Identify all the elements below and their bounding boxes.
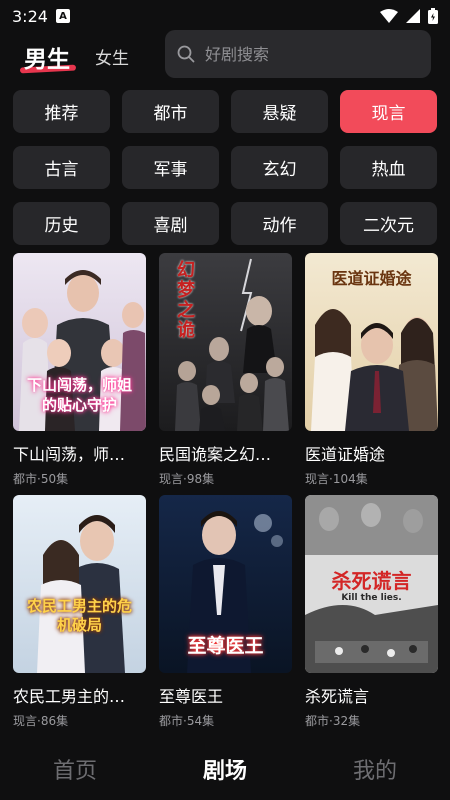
bottom-nav: 首页 剧场 我的 [0, 738, 450, 800]
drama-meta: 都市·50集 [13, 472, 69, 486]
category-grid: 推荐 都市 悬疑 现言 古言 军事 玄幻 热血 历史 喜剧 动作 二次元 [13, 90, 437, 245]
tab-male[interactable]: 男生 [24, 40, 70, 74]
status-time: 3:24 [12, 6, 48, 26]
drama-meta: 都市·54集 [159, 714, 215, 728]
drama-poster[interactable]: 农民工男主的危机破局 [13, 495, 146, 673]
nav-mine[interactable]: 我的 [330, 753, 420, 785]
drama-card[interactable]: 下山闯荡，师姐的贴心守护 下山闯荡，师… 都市·50集 [13, 253, 146, 493]
category-chip[interactable]: 热血 [340, 146, 437, 189]
drama-title: 医道证婚途 [305, 445, 386, 464]
poster-image [13, 495, 146, 673]
search-bar[interactable] [165, 30, 431, 78]
a-badge-icon: A [55, 9, 70, 23]
nav-theater[interactable]: 剧场 [180, 753, 270, 785]
nav-home[interactable]: 首页 [30, 753, 120, 785]
poster-title-text: 农民工男主的危机破局 [26, 597, 132, 634]
category-chip[interactable]: 历史 [13, 202, 110, 245]
category-chip[interactable]: 二次元 [340, 202, 437, 245]
header: 男生 女生 [0, 30, 450, 80]
drama-card[interactable]: 农民工男主的危机破局 农民工男主的… 现言·86集 [13, 495, 146, 735]
drama-card[interactable]: 杀死谎言 Kill the lies. 杀死谎言 都市·32集 [305, 495, 438, 735]
drama-poster[interactable]: 下山闯荡，师姐的贴心守护 [13, 253, 146, 431]
tab-female[interactable]: 女生 [95, 44, 129, 69]
category-chip[interactable]: 玄幻 [231, 146, 328, 189]
category-chip[interactable]: 悬疑 [231, 90, 328, 133]
drama-meta: 现言·104集 [305, 472, 368, 486]
poster-title-text: 至尊医王 [187, 635, 264, 657]
search-icon [177, 45, 195, 63]
drama-meta: 现言·98集 [159, 472, 215, 486]
poster-title-text: 下山闯荡，师姐的贴心守护 [26, 376, 132, 414]
drama-card[interactable]: 幻梦之诡 民国诡案之幻… 现言·98集 [159, 253, 292, 493]
poster-title-text: 幻梦之诡 [177, 260, 195, 341]
drama-title: 下山闯荡，师… [13, 445, 126, 464]
drama-poster[interactable]: 医道证婚途 [305, 253, 438, 431]
poster-subtitle-text: Kill the lies. [341, 593, 402, 603]
category-chip[interactable]: 军事 [122, 146, 219, 189]
category-chip[interactable]: 喜剧 [122, 202, 219, 245]
poster-title-text: 杀死谎言 [331, 569, 412, 593]
category-chip[interactable]: 古言 [13, 146, 110, 189]
poster-title-text: 医道证婚途 [331, 269, 412, 288]
category-chip[interactable]: 推荐 [13, 90, 110, 133]
drama-meta: 现言·86集 [13, 714, 69, 728]
drama-title: 民国诡案之幻… [159, 445, 272, 464]
drama-title: 至尊医王 [159, 687, 224, 706]
drama-card[interactable]: 至尊医王 至尊医王 都市·54集 [159, 495, 292, 735]
drama-title: 农民工男主的… [13, 687, 126, 706]
wifi-icon [380, 9, 398, 23]
drama-poster[interactable]: 杀死谎言 Kill the lies. [305, 495, 438, 673]
drama-grid: 下山闯荡，师姐的贴心守护 下山闯荡，师… 都市·50集 幻梦之诡 民国诡案之幻…… [13, 253, 438, 493]
drama-grid-row-2: 农民工男主的危机破局 农民工男主的… 现言·86集 至尊医王 至尊医王 都市·5… [13, 495, 438, 735]
search-input[interactable] [205, 44, 405, 64]
category-chip-active[interactable]: 现言 [340, 90, 437, 133]
drama-meta: 都市·32集 [305, 714, 361, 728]
drama-title: 杀死谎言 [305, 687, 370, 706]
status-bar: 3:24 A [0, 0, 450, 32]
category-chip[interactable]: 动作 [231, 202, 328, 245]
drama-card[interactable]: 医道证婚途 医道证婚途 现言·104集 [305, 253, 438, 493]
drama-poster[interactable]: 幻梦之诡 [159, 253, 292, 431]
drama-poster[interactable]: 至尊医王 [159, 495, 292, 673]
status-icons [380, 8, 438, 24]
signal-icon [406, 9, 420, 23]
battery-icon [428, 8, 438, 24]
category-chip[interactable]: 都市 [122, 90, 219, 133]
